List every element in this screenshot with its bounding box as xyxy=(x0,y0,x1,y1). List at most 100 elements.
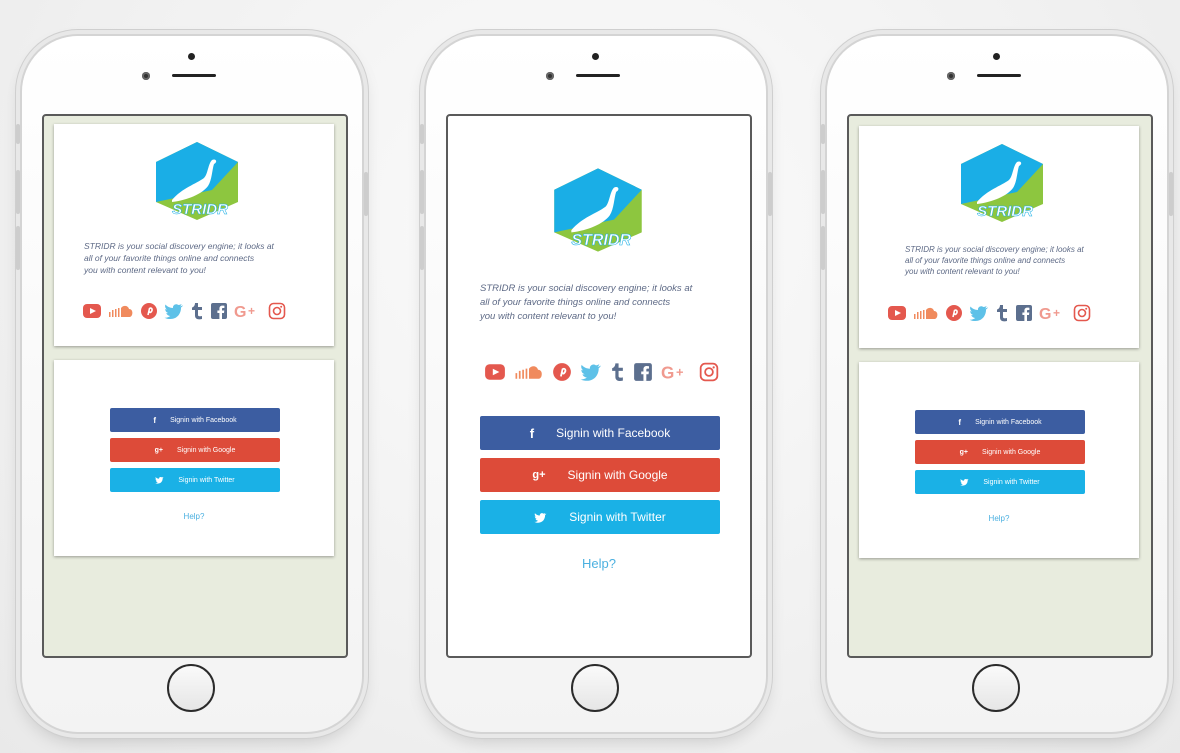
pinterest-icon xyxy=(140,302,158,320)
youtube-icon xyxy=(484,363,506,381)
tagline-line: STRIDR is your social discovery engine; … xyxy=(84,241,274,251)
intro-card: STRIDR STRIDR is your social discovery e… xyxy=(54,124,334,346)
soundcloud-icon xyxy=(108,303,134,319)
signin-google-button[interactable]: g+ Signin with Google xyxy=(110,438,280,462)
signin-google-label: Signin with Google xyxy=(177,446,236,454)
mute-switch xyxy=(420,124,424,144)
tagline-line: all of your favorite things online and c… xyxy=(480,297,671,308)
tagline-line: all of your favorite things online and c… xyxy=(905,256,1066,265)
facebook-f-icon: f xyxy=(153,415,157,425)
signin-facebook-button[interactable]: f Signin with Facebook xyxy=(915,410,1085,434)
google-plus-icon: G + xyxy=(1039,305,1067,321)
pinterest-icon xyxy=(552,362,572,382)
mute-switch xyxy=(821,124,825,144)
signin-facebook-button[interactable]: f Signin with Facebook xyxy=(110,408,280,432)
help-link[interactable]: Help? xyxy=(859,514,1139,523)
social-icons-row: G + xyxy=(484,360,719,384)
home-button[interactable] xyxy=(571,664,619,712)
screen: STRIDR STRIDR is your social discovery e… xyxy=(42,114,348,658)
twitter-icon xyxy=(580,363,602,381)
earpiece-speaker xyxy=(576,74,620,77)
proximity-sensor xyxy=(188,53,195,60)
svg-text:G: G xyxy=(661,363,674,381)
signin-twitter-label: Signin with Twitter xyxy=(983,478,1040,486)
proximity-sensor xyxy=(592,53,599,60)
tagline: STRIDR is your social discovery engine; … xyxy=(84,240,314,276)
signin-card: f Signin with Facebook g+ Signin with Go… xyxy=(859,362,1139,558)
signin-facebook-label: Signin with Facebook xyxy=(170,416,237,424)
signin-facebook-label: Signin with Facebook xyxy=(556,426,671,440)
svg-text:G: G xyxy=(1039,306,1051,321)
facebook-icon xyxy=(633,362,653,382)
signin-twitter-button[interactable]: Signin with Twitter xyxy=(915,470,1085,494)
volume-down-button xyxy=(821,226,825,270)
twitter-bird-icon xyxy=(960,478,969,486)
home-button[interactable] xyxy=(972,664,1020,712)
front-camera xyxy=(546,72,554,80)
tagline: STRIDR is your social discovery engine; … xyxy=(905,244,1135,277)
signin-facebook-label: Signin with Facebook xyxy=(975,418,1042,426)
svg-text:G: G xyxy=(234,304,246,319)
help-link[interactable]: Help? xyxy=(448,556,750,571)
tagline-line: all of your favorite things online and c… xyxy=(84,253,255,263)
instagram-icon xyxy=(1073,304,1091,322)
mute-switch xyxy=(16,124,20,144)
facebook-icon xyxy=(210,302,228,320)
signin-twitter-button[interactable]: Signin with Twitter xyxy=(480,500,720,534)
svg-text:STRIDR: STRIDR xyxy=(172,201,228,218)
svg-text:+: + xyxy=(248,304,255,318)
signin-google-button[interactable]: g+ Signin with Google xyxy=(915,440,1085,464)
tagline-line: you with content relevant to you! xyxy=(84,265,206,275)
tumblr-icon xyxy=(190,302,204,320)
screen: STRIDR STRIDR is your social discovery e… xyxy=(847,114,1153,658)
front-camera xyxy=(142,72,150,80)
svg-text:STRIDR: STRIDR xyxy=(571,232,631,249)
google-plus-glyph-icon: g+ xyxy=(154,446,163,454)
instagram-icon xyxy=(268,302,286,320)
signin-google-label: Signin with Google xyxy=(567,468,668,482)
signin-card: f Signin with Facebook g+ Signin with Go… xyxy=(54,360,334,556)
power-button xyxy=(1169,172,1173,216)
tagline-line: you with content relevant to you! xyxy=(905,267,1020,276)
signin-google-button[interactable]: g+ Signin with Google xyxy=(480,458,720,492)
tagline-line: STRIDR is your social discovery engine; … xyxy=(480,283,693,294)
earpiece-speaker xyxy=(172,74,216,77)
front-camera xyxy=(947,72,955,80)
svg-text:STRIDR: STRIDR xyxy=(977,203,1033,220)
social-icons-row: G + xyxy=(82,300,286,322)
google-plus-glyph-icon: g+ xyxy=(959,448,968,456)
tagline-line: STRIDR is your social discovery engine; … xyxy=(905,245,1084,254)
phone-mockup-right: STRIDR STRIDR is your social discovery e… xyxy=(821,36,1173,732)
phone-mockup-center: STRIDR STRIDR is your social discovery e… xyxy=(420,36,772,732)
signin-twitter-label: Signin with Twitter xyxy=(178,476,235,484)
google-plus-icon: G + xyxy=(661,363,691,381)
stridr-logo: STRIDR xyxy=(156,142,238,220)
power-button xyxy=(768,172,772,216)
tumblr-icon xyxy=(995,304,1009,322)
intro-card: STRIDR STRIDR is your social discovery e… xyxy=(859,126,1139,348)
proximity-sensor xyxy=(993,53,1000,60)
svg-text:+: + xyxy=(1053,306,1060,320)
volume-up-button xyxy=(420,170,424,214)
svg-text:+: + xyxy=(676,364,684,379)
phone-mockup-left: STRIDR STRIDR is your social discovery e… xyxy=(16,36,368,732)
signin-google-label: Signin with Google xyxy=(982,448,1041,456)
twitter-icon xyxy=(164,303,184,319)
signin-facebook-button[interactable]: f Signin with Facebook xyxy=(480,416,720,450)
instagram-icon xyxy=(699,362,719,382)
google-plus-glyph-icon: g+ xyxy=(532,469,546,481)
twitter-icon xyxy=(969,305,989,321)
facebook-f-icon: f xyxy=(529,425,535,441)
help-link[interactable]: Help? xyxy=(54,512,334,521)
volume-up-button xyxy=(821,170,825,214)
tagline: STRIDR is your social discovery engine; … xyxy=(480,282,730,324)
home-button[interactable] xyxy=(167,664,215,712)
screen: STRIDR STRIDR is your social discovery e… xyxy=(446,114,752,658)
signin-twitter-button[interactable]: Signin with Twitter xyxy=(110,468,280,492)
pinterest-icon xyxy=(945,304,963,322)
social-icons-row: G + xyxy=(887,302,1091,324)
stridr-logo: STRIDR xyxy=(554,168,642,252)
tumblr-icon xyxy=(610,362,625,382)
stridr-logo: STRIDR xyxy=(961,144,1043,222)
volume-down-button xyxy=(16,226,20,270)
